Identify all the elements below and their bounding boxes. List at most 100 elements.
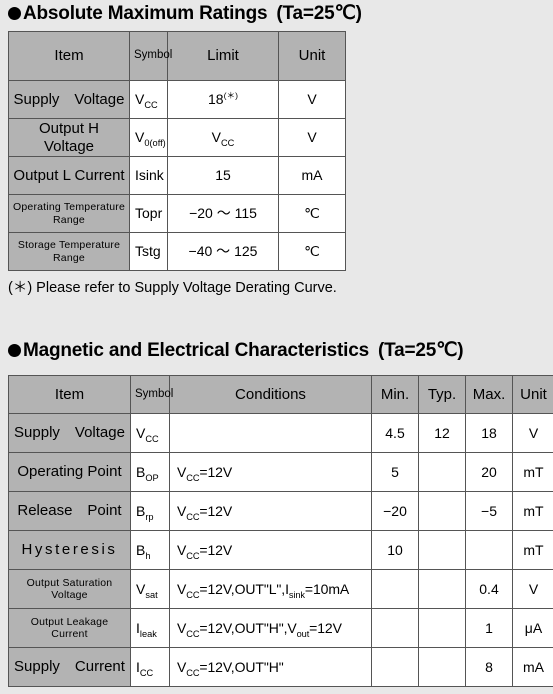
table-row: Hysteresis Bh VCC=12V 10 mT xyxy=(8,530,553,570)
table-row: Supply Voltage VCC 4.5 12 18 V xyxy=(8,413,553,453)
row-typ xyxy=(418,647,466,687)
table-row: Supply Voltage VCC 18(＊) V xyxy=(8,80,346,119)
row-item-label: Operating Temperature Range xyxy=(8,194,130,233)
table-row: Storage Temperature Range Tstg −40 ～ 125… xyxy=(8,232,346,271)
row-item-label: Supply Current xyxy=(8,647,131,687)
column-header-min: Min. xyxy=(371,375,419,414)
row-unit: mA xyxy=(278,156,346,195)
row-unit: mA xyxy=(512,647,553,687)
table-row: Output Saturation Voltage Vsat VCC=12V,O… xyxy=(8,569,553,609)
row-symbol: VCC xyxy=(129,80,168,119)
column-header-conditions: Conditions xyxy=(169,375,372,414)
column-header-item: Item xyxy=(8,375,131,414)
row-symbol: Vsat xyxy=(130,569,170,609)
row-symbol: ICC xyxy=(130,647,170,687)
section-condition: (Ta=25℃) xyxy=(276,3,362,24)
row-symbol: Topr xyxy=(129,194,168,233)
bullet-circle-icon xyxy=(8,7,21,20)
column-header-unit: Unit xyxy=(512,375,553,414)
row-symbol: VCC xyxy=(130,413,170,453)
row-unit: mT xyxy=(512,491,553,531)
row-unit: ℃ xyxy=(278,194,346,233)
row-symbol: Brp xyxy=(130,491,170,531)
bullet-circle-icon xyxy=(8,344,21,357)
row-conditions: VCC=12V xyxy=(169,530,372,570)
table-row: Operating Point BOP VCC=12V 5 20 mT xyxy=(8,452,553,492)
table-row: Output L Current Isink 15 mA xyxy=(8,156,346,195)
row-conditions: VCC=12V,OUT"H" xyxy=(169,647,372,687)
column-header-unit: Unit xyxy=(278,31,346,81)
row-typ xyxy=(418,452,466,492)
absolute-maximum-ratings-table: Item Symbol Limit Unit Supply Voltage VC… xyxy=(8,31,346,271)
row-limit: 15 xyxy=(167,156,279,195)
row-conditions: VCC=12V,OUT"H",Vout=12V xyxy=(169,608,372,648)
footnote-derating-curve: (＊) Please refer to Supply Voltage Derat… xyxy=(8,280,337,296)
row-typ xyxy=(418,608,466,648)
row-unit: mT xyxy=(512,452,553,492)
row-conditions: VCC=12V,OUT"L",Isink=10mA xyxy=(169,569,372,609)
row-max xyxy=(465,530,513,570)
row-min xyxy=(371,569,419,609)
row-unit: ℃ xyxy=(278,232,346,271)
row-limit: −20 ～ 115 xyxy=(167,194,279,233)
row-item-label: Output H Voltage xyxy=(8,118,130,157)
row-min: −20 xyxy=(371,491,419,531)
row-symbol: Bh xyxy=(130,530,170,570)
row-conditions: VCC=12V xyxy=(169,491,372,531)
table-header-row: Item Symbol Limit Unit xyxy=(8,31,346,81)
row-item-label: Output Leakage Current xyxy=(8,608,131,648)
row-typ xyxy=(418,530,466,570)
table-row: Output Leakage Current Ileak VCC=12V,OUT… xyxy=(8,608,553,648)
table-row: Supply Current ICC VCC=12V,OUT"H" 8 mA xyxy=(8,647,553,687)
table-row: Release Point Brp VCC=12V −20 −5 mT xyxy=(8,491,553,531)
row-limit: VCC xyxy=(167,118,279,157)
row-item-label: Operating Point xyxy=(8,452,131,492)
row-symbol: Isink xyxy=(129,156,168,195)
row-symbol: BOP xyxy=(130,452,170,492)
row-max: −5 xyxy=(465,491,513,531)
row-min xyxy=(371,647,419,687)
column-header-typ: Typ. xyxy=(418,375,466,414)
row-symbol: Tstg xyxy=(129,232,168,271)
section-title: Absolute Maximum Ratings xyxy=(23,3,268,24)
table-header-row: Item Symbol Conditions Min. Typ. Max. Un… xyxy=(8,375,553,414)
row-min: 5 xyxy=(371,452,419,492)
row-max: 20 xyxy=(465,452,513,492)
row-conditions xyxy=(169,413,372,453)
section-heading-absolute-maximum: Absolute Maximum Ratings (Ta=25℃) xyxy=(8,2,362,25)
section-title: Magnetic and Electrical Characteristics xyxy=(23,340,369,361)
column-header-max: Max. xyxy=(465,375,513,414)
column-header-symbol: Symbol xyxy=(130,375,173,414)
row-max: 1 xyxy=(465,608,513,648)
row-item-label: Hysteresis xyxy=(8,530,131,570)
column-header-limit: Limit xyxy=(167,31,279,81)
row-min: 4.5 xyxy=(371,413,419,453)
row-symbol: Ileak xyxy=(130,608,170,648)
row-item-label: Release Point xyxy=(8,491,131,531)
row-min xyxy=(371,608,419,648)
magnetic-electrical-characteristics-table: Item Symbol Conditions Min. Typ. Max. Un… xyxy=(8,375,553,687)
row-unit: V xyxy=(278,80,346,119)
row-unit: V xyxy=(512,569,553,609)
row-conditions: VCC=12V xyxy=(169,452,372,492)
row-limit: −40 ～ 125 xyxy=(167,232,279,271)
row-max: 0.4 xyxy=(465,569,513,609)
row-typ: 12 xyxy=(418,413,466,453)
row-unit: μA xyxy=(512,608,553,648)
row-typ xyxy=(418,491,466,531)
section-heading-magnetic-electrical: Magnetic and Electrical Characteristics … xyxy=(8,339,464,362)
row-unit: V xyxy=(512,413,553,453)
row-item-label: Supply Voltage xyxy=(8,413,131,453)
row-max: 8 xyxy=(465,647,513,687)
row-unit: V xyxy=(278,118,346,157)
row-item-label: Storage Temperature Range xyxy=(8,232,130,271)
column-header-item: Item xyxy=(8,31,130,81)
table-row: Output H Voltage V0(off) VCC V xyxy=(8,118,346,157)
row-item-label: Output L Current xyxy=(8,156,130,195)
row-min: 10 xyxy=(371,530,419,570)
row-symbol: V0(off) xyxy=(129,118,168,157)
row-item-label: Supply Voltage xyxy=(8,80,130,119)
row-typ xyxy=(418,569,466,609)
column-header-symbol: Symbol xyxy=(129,31,172,81)
row-item-label: Output Saturation Voltage xyxy=(8,569,131,609)
